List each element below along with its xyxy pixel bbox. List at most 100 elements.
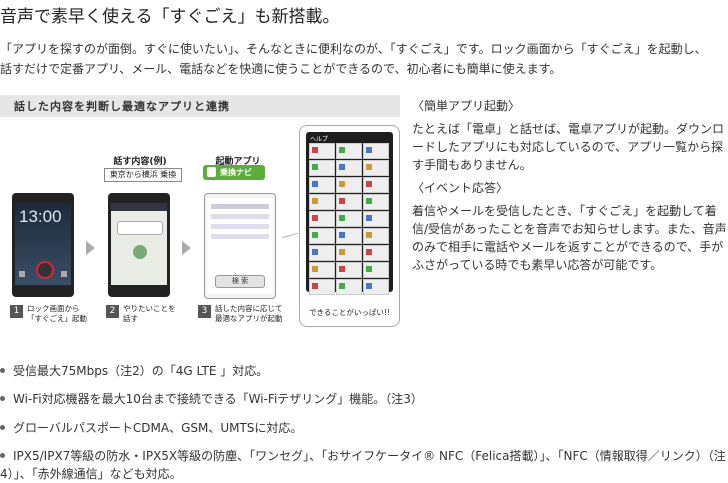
app-tile-icon bbox=[339, 283, 345, 289]
app-tile-icon bbox=[366, 232, 372, 238]
mic-icon bbox=[133, 245, 147, 259]
app-tile-icon bbox=[312, 164, 318, 170]
list-item: グローバルパスポートCDMA、GSM、UMTSに対応。 bbox=[0, 419, 302, 436]
app-tile-icon bbox=[312, 181, 318, 187]
app-tile-icon bbox=[312, 215, 318, 221]
app-tile-icon bbox=[366, 283, 372, 289]
app-tile-icon bbox=[312, 249, 318, 255]
app-example-badge: 乗換ナビ bbox=[203, 165, 265, 180]
arrow-right-icon bbox=[86, 241, 95, 255]
help-tile bbox=[309, 228, 335, 244]
help-tile bbox=[336, 262, 362, 278]
help-screen-title: ヘルプ bbox=[310, 136, 329, 143]
help-tile bbox=[309, 279, 335, 295]
app-tile-icon bbox=[312, 266, 318, 272]
step-caption-line: 最適なアプリが起動 bbox=[215, 314, 283, 323]
speech-bubble bbox=[117, 221, 163, 235]
search-button: 検 索 bbox=[215, 275, 265, 288]
speech-example-box: 東京から横浜 乗換 bbox=[104, 168, 182, 182]
step-caption: 話した内容に応じて 最適なアプリが起動 bbox=[215, 304, 283, 324]
step-caption-line: 話す bbox=[123, 314, 138, 323]
intro-paragraph: 「アプリを探すのが面倒。すぐに使いたい」、そんなときに便利なのが、「すぐごえ」で… bbox=[0, 39, 728, 79]
voice-app-bar bbox=[111, 203, 167, 211]
mic-icon bbox=[36, 261, 54, 279]
section-body-event-response: 着信やメールを受信したとき、「すぐごえ」を起動して着信/受信があったことを音声で… bbox=[412, 204, 727, 272]
app-tile-icon bbox=[339, 198, 345, 204]
help-tile bbox=[309, 245, 335, 261]
help-tile bbox=[363, 177, 389, 193]
step-caption: やりたいことを 話す bbox=[123, 304, 176, 324]
bullet-icon bbox=[0, 368, 5, 373]
voice-input-display bbox=[111, 203, 167, 285]
help-tile bbox=[336, 143, 362, 159]
help-tile bbox=[336, 194, 362, 210]
help-tile bbox=[336, 211, 362, 227]
help-tile bbox=[336, 228, 362, 244]
intro-line-1: 「アプリを探すのが面倒。すぐに使いたい」、そんなときに便利なのが、「すぐごえ」で… bbox=[0, 42, 707, 56]
step-number: 1 bbox=[10, 305, 23, 318]
camera-icon bbox=[19, 271, 25, 277]
app-tile-icon bbox=[366, 181, 372, 187]
help-tile bbox=[309, 262, 335, 278]
app-tile-icon bbox=[366, 147, 372, 153]
speech-column-heading: 話す内容(例) bbox=[113, 157, 167, 167]
app-tile-icon bbox=[312, 198, 318, 204]
help-tile bbox=[336, 177, 362, 193]
step-caption: ロック画面から 「すぐごえ」起動 bbox=[27, 304, 87, 324]
bullet-icon bbox=[0, 453, 5, 458]
figure-title: 話した内容を判断し最適なアプリと連携 bbox=[14, 100, 230, 113]
app-tile-icon bbox=[339, 249, 345, 255]
list-item-text: IPX5/IPX7等級の防水・IPX5X等級の防塵、「ワンセグ」、「おサイフケー… bbox=[0, 449, 726, 481]
help-tile bbox=[363, 143, 389, 159]
section-body-app-launch: たとえば「電卓」と話せば、電卓アプリが起動。ダウンロードしたアプリにも対応してい… bbox=[412, 122, 725, 172]
app-tile-icon bbox=[366, 266, 372, 272]
help-card-caption: できることがいっぱい!! bbox=[309, 308, 390, 317]
app-tile-icon bbox=[339, 181, 345, 187]
figure-title-bar: 話した内容を判断し最適なアプリと連携 bbox=[0, 95, 400, 117]
help-tile bbox=[309, 194, 335, 210]
step-caption-line: やりたいことを bbox=[123, 304, 176, 313]
help-tile bbox=[363, 245, 389, 261]
help-tile bbox=[363, 160, 389, 176]
help-screen: ヘルプ bbox=[306, 132, 393, 295]
transit-app-display: 検 索 bbox=[207, 198, 273, 294]
list-item-text: 受信最大75Mbps（注2）の「4G LTE 」対応。 bbox=[13, 364, 269, 378]
section-title-event-response: 〈イベント応答〉 bbox=[412, 181, 509, 195]
step-caption-line: 話した内容に応じて bbox=[215, 304, 283, 313]
bullet-icon bbox=[0, 425, 5, 430]
help-tile bbox=[336, 245, 362, 261]
app-tile-icon bbox=[366, 198, 372, 204]
list-item: 受信最大75Mbps（注2）の「4G LTE 」対応。 bbox=[0, 362, 268, 379]
feature-figure: 話した内容を判断し最適なアプリと連携 13:00 話す内容(例) 東京から横浜 … bbox=[0, 95, 400, 328]
bullet-icon bbox=[0, 396, 5, 401]
phone-lockscreen: 13:00 bbox=[12, 193, 74, 297]
route-row bbox=[211, 234, 269, 239]
app-tile-icon bbox=[366, 249, 372, 255]
page-heading: 音声で素早く使える「すぐごえ」も新搭載。 bbox=[0, 7, 340, 27]
app-tile-icon bbox=[339, 232, 345, 238]
feature-description: 〈簡単アプリ起動〉 たとえば「電卓」と話せば、電卓アプリが起動。ダウンロードした… bbox=[412, 97, 728, 279]
help-tile bbox=[363, 228, 389, 244]
help-tile bbox=[363, 279, 389, 295]
app-tile-icon bbox=[339, 164, 345, 170]
route-row bbox=[211, 204, 269, 209]
phone-transit-app: 検 索 bbox=[204, 193, 276, 299]
help-tile bbox=[309, 143, 335, 159]
step-caption-line: ロック画面から bbox=[27, 304, 80, 313]
callout-line bbox=[282, 232, 298, 239]
help-tile bbox=[363, 262, 389, 278]
section-title-app-launch: 〈簡単アプリ起動〉 bbox=[412, 99, 521, 113]
app-tile-icon bbox=[339, 215, 345, 221]
step-number: 2 bbox=[106, 305, 119, 318]
intro-line-2: 話すだけで定番アプリ、メール、電話などを快適に使うことができるので、初心者にも簡… bbox=[0, 62, 562, 76]
app-tile-icon bbox=[312, 232, 318, 238]
phone-voice-input bbox=[108, 193, 170, 297]
route-row bbox=[211, 224, 269, 229]
app-tile-icon bbox=[366, 164, 372, 170]
list-item-text: Wi-Fi対応機器を最大10台まで接続できる「Wi-Fiテザリング」機能。（注3… bbox=[13, 392, 423, 406]
lockscreen-clock: 13:00 bbox=[19, 207, 62, 226]
app-tile-icon bbox=[339, 266, 345, 272]
arrow-right-icon bbox=[182, 241, 191, 255]
app-tile-icon bbox=[339, 147, 345, 153]
help-card: ヘルプ できることがいっぱい!! bbox=[299, 125, 400, 327]
